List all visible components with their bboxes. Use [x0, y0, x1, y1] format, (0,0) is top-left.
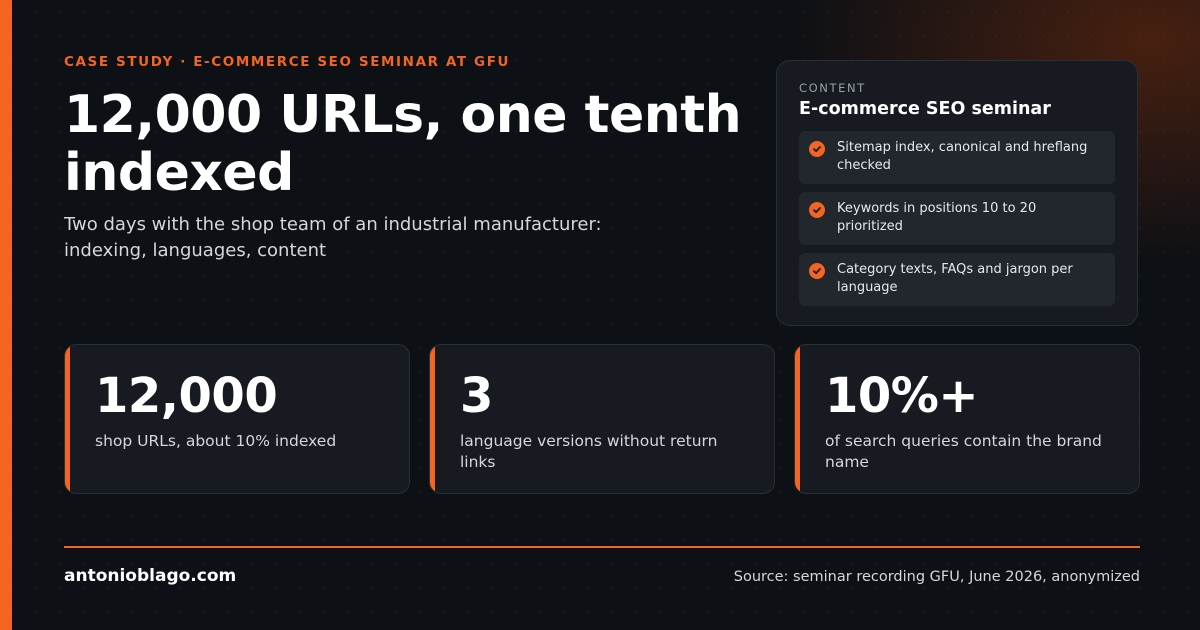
content-list: Sitemap index, canonical and hreflang ch… [799, 131, 1115, 306]
stat-description: of search queries contain the brand name [825, 432, 1102, 471]
check-circle-icon [809, 141, 825, 157]
footer-source: Source: seminar recording GFU, June 2026… [733, 569, 1140, 585]
stat-value: 3 [460, 368, 493, 424]
content-card-label: CONTENT [799, 81, 866, 95]
content-item-text: Category texts, FAQs and jargon per lang… [837, 262, 1073, 295]
content-card: CONTENT E-commerce SEO seminar Sitemap i… [776, 60, 1138, 326]
stat-description: language versions without return links [460, 432, 718, 471]
content-list-item: Category texts, FAQs and jargon per lang… [799, 253, 1115, 306]
content-item-text: Keywords in positions 10 to 20 prioritiz… [837, 201, 1037, 234]
stat-value: 12,000 [95, 368, 278, 424]
stat-value: 10%+ [825, 368, 979, 424]
content-list-item: Keywords in positions 10 to 20 prioritiz… [799, 192, 1115, 245]
check-circle-icon [809, 263, 825, 279]
stat-description: shop URLs, about 10% indexed [95, 432, 337, 450]
page-title: 12,000 URLs, one tenth indexed [64, 85, 742, 203]
check-circle-icon [809, 202, 825, 218]
footer-divider [64, 546, 1140, 548]
accent-bar [0, 0, 12, 630]
stat-card-urls: 12,000 shop URLs, about 10% indexed [64, 344, 410, 494]
content-card-title: E-commerce SEO seminar [799, 99, 1051, 119]
kicker: CASE STUDY · E-COMMERCE SEO SEMINAR AT G… [64, 54, 511, 70]
content-item-text: Sitemap index, canonical and hreflang ch… [837, 140, 1088, 173]
stat-card-brand-queries: 10%+ of search queries contain the brand… [794, 344, 1140, 494]
content-list-item: Sitemap index, canonical and hreflang ch… [799, 131, 1115, 184]
footer-site: antonioblago.com [64, 566, 237, 586]
page-subtitle: Two days with the shop team of an indust… [64, 214, 602, 261]
stat-card-languages: 3 language versions without return links [429, 344, 775, 494]
